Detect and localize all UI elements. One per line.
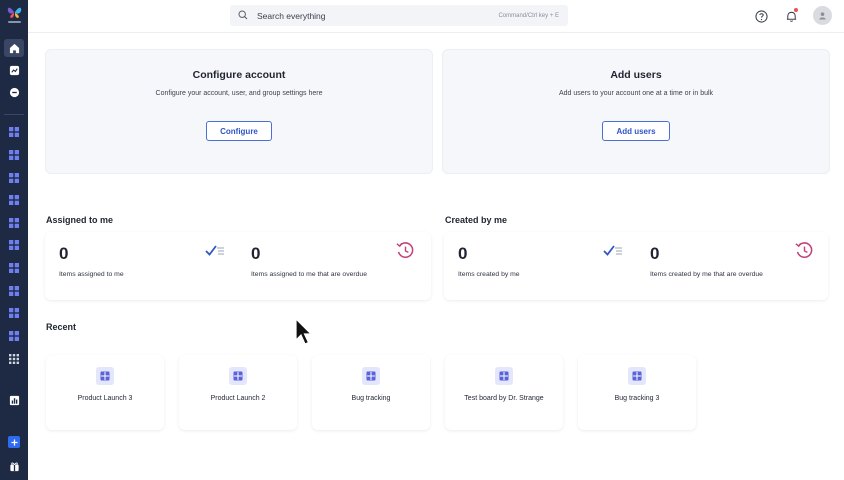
board-icon <box>9 150 19 160</box>
dashboard-icon <box>9 65 19 75</box>
help-button[interactable] <box>753 8 769 24</box>
checklist-icon <box>205 242 225 263</box>
sidebar-item-create[interactable] <box>4 433 24 451</box>
home-icon <box>9 43 19 53</box>
sidebar-item-board-9[interactable] <box>4 304 24 322</box>
sidebar-item-gift[interactable] <box>4 457 24 475</box>
recent-board-card[interactable]: Product Launch 2 <box>179 355 297 430</box>
sidebar-item-board-4[interactable] <box>4 191 24 209</box>
configure-account-card: Configure account Configure your account… <box>45 49 433 174</box>
stat-label: Items assigned to me that are overdue <box>251 271 367 278</box>
notifications-button[interactable] <box>783 8 799 24</box>
sidebar-item-dashboard[interactable] <box>4 61 24 79</box>
butterfly-logo-icon[interactable] <box>6 4 23 26</box>
board-icon <box>229 367 247 385</box>
clock-history-icon <box>794 240 815 266</box>
stat-label: Items assigned to me <box>59 271 124 278</box>
recent-board-label: Test board by Dr. Strange <box>464 395 544 402</box>
sidebar-item-board-5[interactable] <box>4 214 24 232</box>
board-icon <box>96 367 114 385</box>
board-icon <box>362 367 380 385</box>
recent-board-label: Bug tracking <box>351 395 391 402</box>
chat-icon <box>9 87 19 97</box>
sidebar-item-board-3[interactable] <box>4 169 24 187</box>
board-icon <box>9 240 19 250</box>
stat-value: 0 <box>59 244 69 263</box>
apps-grid-icon <box>9 354 19 364</box>
sidebar-item-board-2[interactable] <box>4 146 24 164</box>
add-users-button[interactable]: Add users <box>602 121 670 141</box>
recent-board-label: Product Launch 3 <box>77 395 133 402</box>
card-description: Add users to your account one at a time … <box>558 90 714 97</box>
sidebar-item-board-7[interactable] <box>4 259 24 277</box>
board-icon <box>9 331 19 341</box>
sidebar-item-board-6[interactable] <box>4 236 24 254</box>
board-icon <box>9 195 19 205</box>
recent-board-card[interactable]: Product Launch 3 <box>46 355 164 430</box>
sidebar-divider <box>4 114 24 115</box>
board-icon <box>628 367 646 385</box>
bar-chart-icon <box>9 395 19 405</box>
recent-board-card[interactable]: Test board by Dr. Strange <box>445 355 563 430</box>
stat-label: Items created by me <box>458 271 520 278</box>
avatar[interactable] <box>813 6 832 25</box>
gift-icon <box>9 461 19 471</box>
checklist-icon <box>603 242 623 263</box>
assigned-section-title: Assigned to me <box>46 215 114 225</box>
created-stats-card: 0 Items created by me 0 Items created by… <box>444 232 828 300</box>
sidebar-item-reports[interactable] <box>4 391 24 409</box>
board-icon <box>9 218 19 228</box>
search-bar[interactable]: Command/Ctrl key + E <box>230 5 568 26</box>
stat-value: 0 <box>251 244 261 263</box>
board-icon <box>495 367 513 385</box>
board-icon <box>9 308 19 318</box>
recent-board-card[interactable]: Bug tracking 3 <box>578 355 696 430</box>
recent-section-title: Recent <box>46 322 77 332</box>
stat-value: 0 <box>458 244 468 263</box>
sidebar-item-board-8[interactable] <box>4 282 24 300</box>
top-header: Command/Ctrl key + E <box>28 0 844 33</box>
created-section-title: Created by me <box>445 215 508 225</box>
board-icon <box>9 263 19 273</box>
search-input[interactable] <box>257 10 477 21</box>
user-icon <box>819 12 826 20</box>
sidebar-item-board-1[interactable] <box>4 123 24 141</box>
add-users-card: Add users Add users to your account one … <box>442 49 830 174</box>
sidebar-item-home[interactable] <box>4 39 24 57</box>
recent-board-label: Bug tracking 3 <box>614 395 660 402</box>
mouse-cursor-icon <box>295 317 313 351</box>
card-description: Configure your account, user, and group … <box>155 90 323 97</box>
search-icon <box>238 7 248 25</box>
stat-value: 0 <box>650 244 660 263</box>
board-icon <box>9 127 19 137</box>
assigned-stats-card: 0 Items assigned to me 0 Items assigned … <box>45 232 431 300</box>
recent-board-label: Product Launch 2 <box>210 395 266 402</box>
sidebar-item-board-10[interactable] <box>4 327 24 345</box>
recent-board-card[interactable]: Bug tracking <box>312 355 430 430</box>
sidebar-item-all-apps[interactable] <box>4 350 24 368</box>
card-title: Add users <box>610 69 662 81</box>
stat-label: Items created by me that are overdue <box>650 271 763 278</box>
sidebar <box>0 0 28 480</box>
clock-history-icon <box>395 240 416 266</box>
help-circle-icon <box>754 9 768 23</box>
board-icon <box>9 286 19 296</box>
card-title: Configure account <box>192 69 286 81</box>
configure-button[interactable]: Configure <box>206 121 272 141</box>
notification-dot <box>794 8 798 12</box>
sidebar-item-messages[interactable] <box>4 83 24 101</box>
board-icon <box>9 173 19 183</box>
plus-icon <box>8 436 20 448</box>
search-shortcut-hint: Command/Ctrl key + E <box>498 12 559 19</box>
